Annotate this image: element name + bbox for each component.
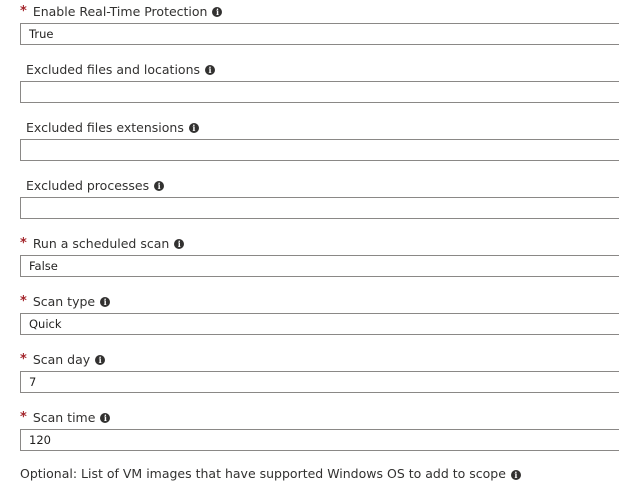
- info-icon[interactable]: i: [100, 413, 111, 423]
- field-label: Excluded processes: [26, 177, 150, 193]
- field-label-row: * Scan time i: [20, 407, 111, 427]
- required-marker: *: [20, 3, 27, 19]
- excluded-processes-input[interactable]: [20, 197, 619, 219]
- field-label: Excluded files and locations: [26, 61, 200, 77]
- info-icon[interactable]: i: [212, 7, 223, 17]
- excluded-files-input[interactable]: [20, 81, 619, 103]
- field-label: Scan day: [32, 351, 91, 367]
- field-label-row: * Run a scheduled scan i: [20, 233, 185, 253]
- info-icon[interactable]: i: [174, 239, 185, 249]
- field-label-row: Excluded processes i: [20, 175, 165, 195]
- field-label-row: Excluded files and locations i: [20, 59, 215, 79]
- field-label-row: * Enable Real-Time Protection i: [20, 1, 223, 21]
- field-label: Scan time: [32, 409, 96, 425]
- field-label-row: Excluded files extensions i: [20, 117, 199, 137]
- info-icon[interactable]: i: [154, 181, 165, 191]
- field-label: Excluded files extensions: [26, 119, 184, 135]
- field-label: Scan type: [32, 293, 96, 309]
- required-marker: *: [20, 293, 27, 309]
- optional-vm-images-label-row: Optional: List of VM images that have su…: [20, 466, 521, 481]
- scan-day-input[interactable]: 7: [20, 371, 619, 393]
- field-label-row: * Scan day i: [20, 349, 106, 369]
- scan-time-input[interactable]: 120: [20, 429, 619, 451]
- required-marker: *: [20, 351, 27, 367]
- info-icon[interactable]: i: [188, 123, 199, 133]
- field-label-row: * Scan type i: [20, 291, 111, 311]
- optional-vm-images-label: Optional: List of VM images that have su…: [20, 466, 506, 481]
- info-icon[interactable]: i: [95, 355, 106, 365]
- required-marker: *: [20, 235, 27, 251]
- scheduled-scan-select[interactable]: False: [20, 255, 619, 277]
- field-label: Run a scheduled scan: [32, 235, 170, 251]
- field-label: Enable Real-Time Protection: [32, 3, 208, 19]
- scan-type-select[interactable]: Quick: [20, 313, 619, 335]
- excluded-extensions-input[interactable]: [20, 139, 619, 161]
- info-icon[interactable]: i: [100, 297, 111, 307]
- info-icon[interactable]: i: [510, 469, 521, 480]
- required-marker: *: [20, 409, 27, 425]
- real-time-protection-select[interactable]: True: [20, 23, 619, 45]
- info-icon[interactable]: i: [205, 65, 215, 75]
